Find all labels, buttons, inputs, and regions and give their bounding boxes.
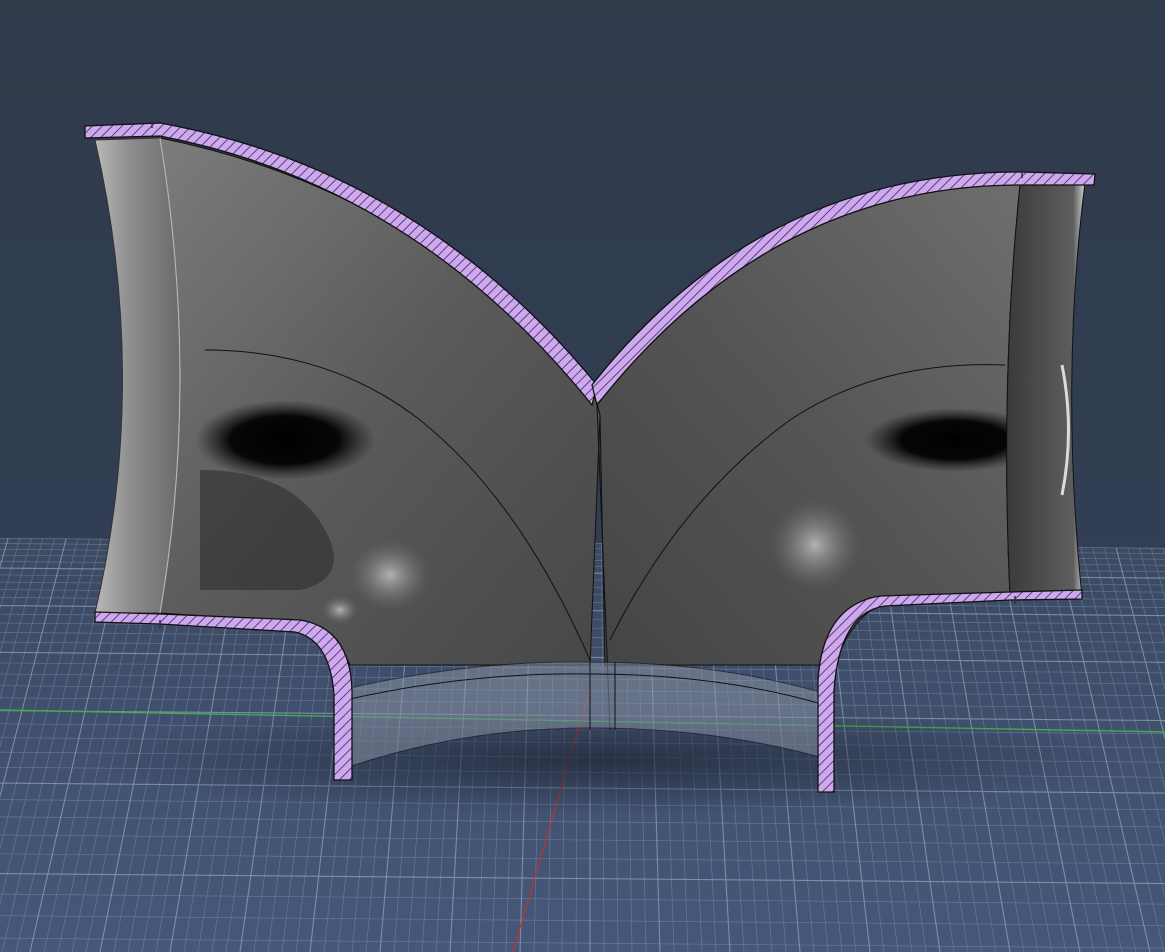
cad-3d-viewport[interactable] <box>0 0 1165 952</box>
left-highlight <box>350 540 430 610</box>
left-reflection <box>195 400 375 480</box>
viewport-canvas[interactable] <box>0 0 1165 952</box>
left-small-highlight <box>322 596 358 624</box>
right-highlight <box>770 500 860 590</box>
